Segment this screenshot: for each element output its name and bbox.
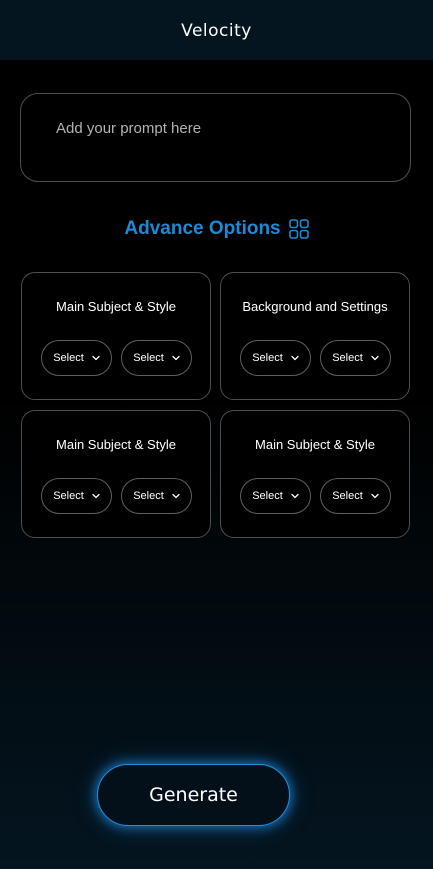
option-card: Background and Settings Select Select bbox=[220, 272, 410, 400]
select-label: Select bbox=[133, 352, 164, 364]
select-label: Select bbox=[53, 490, 84, 502]
app-title: Velocity bbox=[181, 21, 252, 41]
option-card: Main Subject & Style Select Select bbox=[21, 272, 211, 400]
chevron-down-icon bbox=[371, 355, 379, 361]
chevron-down-icon bbox=[172, 355, 180, 361]
chevron-down-icon bbox=[172, 493, 180, 499]
card-title: Main Subject & Style bbox=[56, 437, 176, 452]
advance-options-toggle[interactable]: Advance Options bbox=[0, 214, 433, 244]
prompt-box[interactable] bbox=[20, 93, 411, 182]
select-dropdown[interactable]: Select bbox=[320, 340, 391, 376]
chevron-down-icon bbox=[291, 355, 299, 361]
select-dropdown[interactable]: Select bbox=[121, 340, 192, 376]
option-card: Main Subject & Style Select Select bbox=[220, 410, 410, 538]
select-dropdown[interactable]: Select bbox=[41, 478, 112, 514]
select-label: Select bbox=[133, 490, 164, 502]
select-dropdown[interactable]: Select bbox=[41, 340, 112, 376]
prompt-input[interactable] bbox=[56, 120, 386, 137]
card-title: Background and Settings bbox=[242, 299, 388, 314]
grid-icon bbox=[288, 219, 309, 239]
select-label: Select bbox=[252, 352, 283, 364]
option-card: Main Subject & Style Select Select bbox=[21, 410, 211, 538]
app-header: Velocity bbox=[0, 0, 433, 60]
chevron-down-icon bbox=[291, 493, 299, 499]
select-dropdown[interactable]: Select bbox=[121, 478, 192, 514]
card-title: Main Subject & Style bbox=[56, 299, 176, 314]
advance-options-label: Advance Options bbox=[124, 218, 281, 239]
select-label: Select bbox=[252, 490, 283, 502]
select-label: Select bbox=[332, 490, 363, 502]
select-dropdown[interactable]: Select bbox=[320, 478, 391, 514]
card-title: Main Subject & Style bbox=[255, 437, 375, 452]
select-label: Select bbox=[332, 352, 363, 364]
select-dropdown[interactable]: Select bbox=[240, 340, 311, 376]
generate-label: Generate bbox=[149, 784, 238, 806]
generate-button[interactable]: Generate bbox=[97, 764, 290, 826]
select-dropdown[interactable]: Select bbox=[240, 478, 311, 514]
chevron-down-icon bbox=[92, 493, 100, 499]
chevron-down-icon bbox=[371, 493, 379, 499]
select-label: Select bbox=[53, 352, 84, 364]
chevron-down-icon bbox=[92, 355, 100, 361]
